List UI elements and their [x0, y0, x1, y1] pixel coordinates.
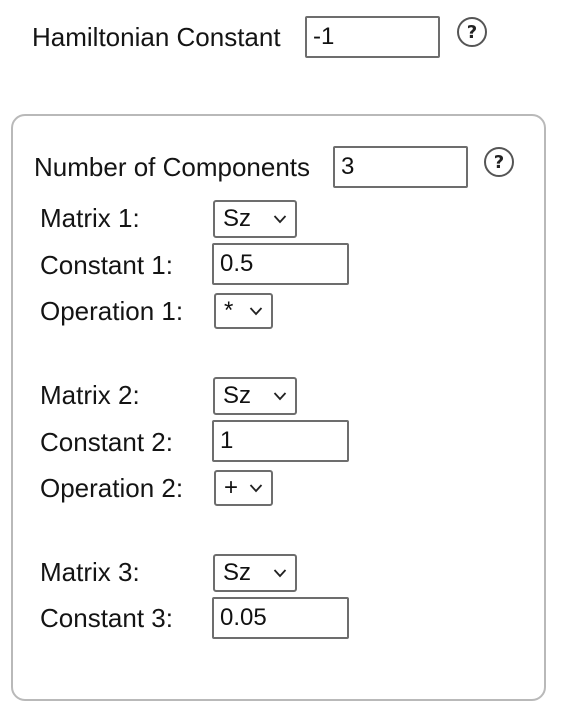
matrix-3-select[interactable]: Sz: [213, 554, 297, 592]
components-help-icon[interactable]: ?: [484, 147, 514, 177]
matrix-1-value: Sz: [223, 205, 252, 232]
chevron-down-icon: [249, 484, 263, 493]
operation-2-value: +: [224, 474, 239, 501]
operation-2-label: Operation 2:: [40, 473, 184, 503]
number-of-components-label: Number of Components: [34, 152, 311, 182]
matrix-3-value: Sz: [223, 559, 252, 586]
hamiltonian-constant-input[interactable]: [305, 16, 440, 58]
constant-3-input[interactable]: [212, 597, 349, 639]
chevron-down-icon: [273, 569, 287, 578]
operation-1-select[interactable]: *: [214, 293, 273, 329]
chevron-down-icon: [273, 392, 287, 401]
matrix-3-label: Matrix 3:: [40, 557, 140, 587]
hamiltonian-help-icon[interactable]: ?: [457, 17, 487, 47]
matrix-2-value: Sz: [223, 382, 252, 409]
constant-1-input[interactable]: [212, 243, 349, 285]
hamiltonian-constant-label: Hamiltonian Constant: [32, 22, 281, 52]
matrix-2-label: Matrix 2:: [40, 380, 140, 410]
constant-2-label: Constant 2:: [40, 427, 173, 457]
chevron-down-icon: [273, 215, 287, 224]
constant-1-label: Constant 1:: [40, 250, 173, 280]
constant-2-input[interactable]: [212, 420, 349, 462]
matrix-1-label: Matrix 1:: [40, 203, 140, 233]
matrix-1-select[interactable]: Sz: [213, 200, 297, 238]
help-icon-glyph: ?: [493, 151, 505, 173]
chevron-down-icon: [249, 307, 263, 316]
operation-1-value: *: [224, 297, 234, 324]
constant-3-label: Constant 3:: [40, 603, 173, 633]
matrix-2-select[interactable]: Sz: [213, 377, 297, 415]
operation-1-label: Operation 1:: [40, 296, 184, 326]
help-icon-glyph: ?: [466, 21, 478, 43]
number-of-components-input[interactable]: [333, 146, 468, 188]
operation-2-select[interactable]: +: [214, 470, 273, 506]
